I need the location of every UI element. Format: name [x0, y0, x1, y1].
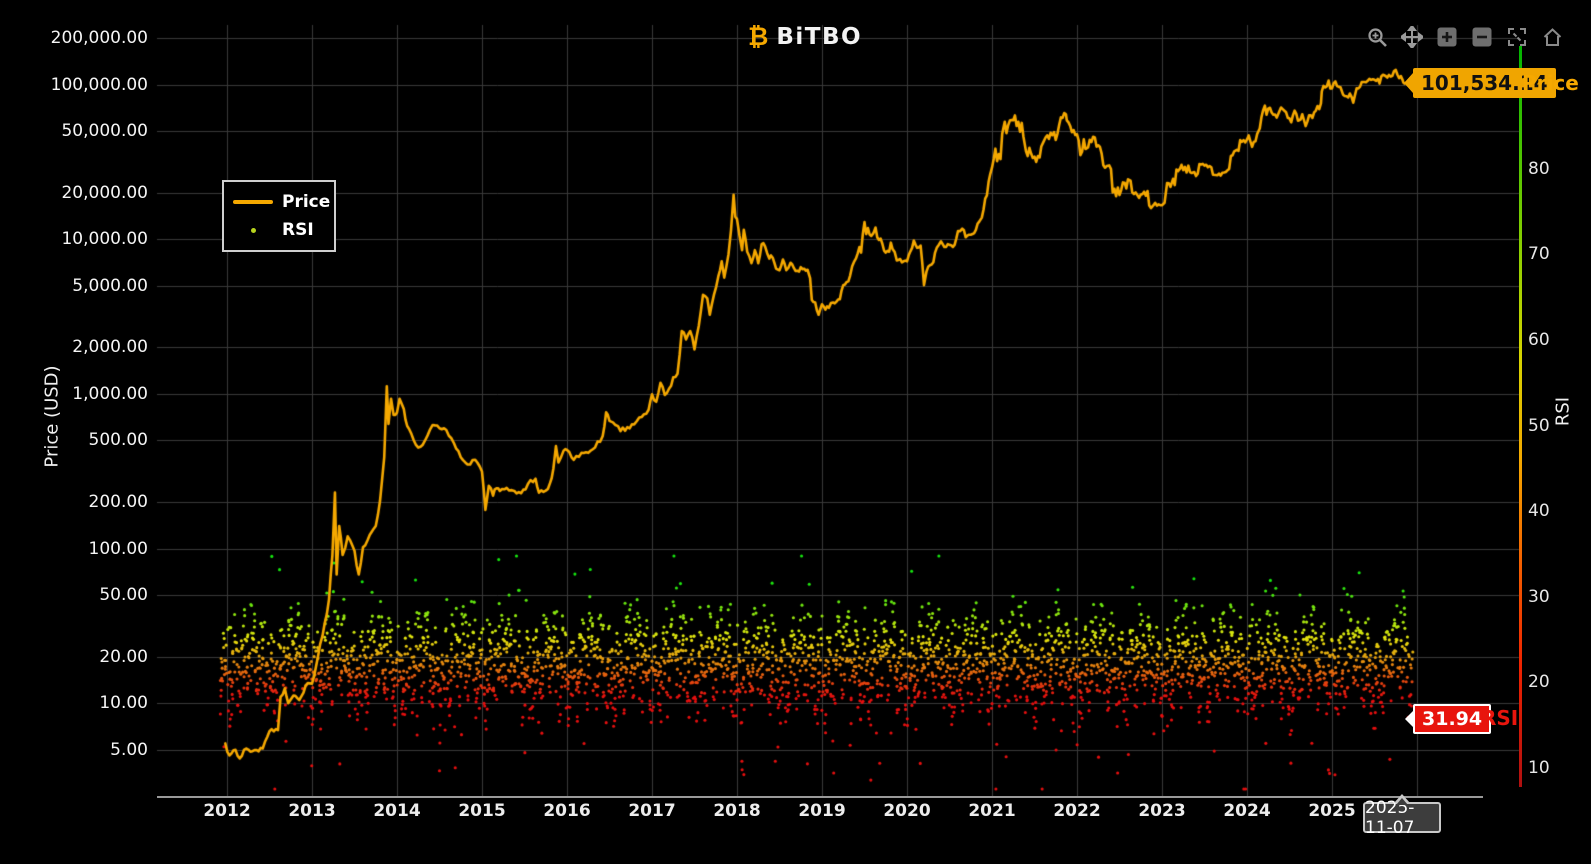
rsi-axis-gradient-spine	[1519, 46, 1522, 787]
bitcoin-coin-icon: ₿	[748, 22, 769, 51]
x-axis-tick: 2025	[1308, 801, 1356, 821]
rsi-axis-series-label: RSI	[1481, 706, 1519, 730]
rsi-axis-tick: 20	[1528, 672, 1550, 693]
autoscale-icon[interactable]	[1506, 26, 1528, 48]
price-axis-tick: 10.00	[99, 693, 148, 714]
rsi-axis-tick: 80	[1528, 158, 1550, 179]
crosshair-date-badge: 2025-11-07	[1363, 794, 1441, 838]
x-axis-tick: 2015	[458, 801, 506, 821]
rsi-dot-swatch	[250, 227, 256, 233]
x-axis-tick: 2016	[543, 801, 591, 821]
chart-modebar	[1366, 26, 1563, 48]
zoom-icon[interactable]	[1366, 26, 1388, 48]
logo-text: BiTBO	[776, 24, 863, 50]
rsi-axis-tick: 30	[1528, 586, 1550, 607]
price-axis-tick: 2,000.00	[72, 337, 148, 358]
price-axis-tick: 100,000.00	[50, 74, 148, 95]
price-axis-tick: 200.00	[88, 492, 148, 513]
x-axis-tick: 2017	[628, 801, 676, 821]
legend-item-price[interactable]: Price	[224, 192, 334, 212]
rsi-badge-arrow	[1405, 710, 1414, 728]
x-axis-line	[157, 796, 1483, 798]
price-axis-tick: 200,000.00	[50, 28, 148, 48]
price-axis-tick: 50,000.00	[61, 121, 148, 142]
rsi-axis-tick: 60	[1528, 329, 1550, 350]
price-axis-tick: 20.00	[99, 646, 148, 667]
x-axis-tick: 2019	[798, 801, 846, 821]
price-axis-series-label: Price	[1522, 71, 1579, 95]
legend-rsi-label: RSI	[282, 220, 314, 240]
x-axis-tick: 2013	[288, 801, 336, 821]
rsi-dot-swatch-wrap	[233, 227, 273, 233]
x-axis-tick: 2024	[1223, 801, 1271, 821]
zoom-out-icon[interactable]	[1471, 26, 1493, 48]
x-axis-tick: 2012	[203, 801, 251, 821]
price-axis-tick: 10,000.00	[61, 229, 148, 250]
date-badge-caret-fill	[1396, 798, 1408, 805]
zoom-in-icon[interactable]	[1436, 26, 1458, 48]
x-axis-tick: 2022	[1053, 801, 1101, 821]
price-axis-tick: 500.00	[88, 430, 148, 451]
rsi-axis-title: RSI	[1552, 396, 1574, 427]
price-axis-tick: 5.00	[110, 739, 148, 760]
price-axis-tick: 50.00	[99, 585, 148, 606]
price-badge-arrow	[1404, 73, 1413, 93]
price-axis-title: Price (USD)	[41, 365, 63, 468]
legend: Price RSI	[222, 180, 336, 252]
rsi-axis-tick: 40	[1528, 501, 1550, 522]
price-axis-tick: 5,000.00	[72, 275, 148, 296]
price-rsi-chart-plot-area[interactable]	[0, 0, 1591, 864]
home-icon[interactable]	[1541, 26, 1563, 48]
x-axis-tick: 2023	[1138, 801, 1186, 821]
price-line-swatch	[233, 200, 273, 204]
legend-price-label: Price	[282, 192, 331, 212]
x-axis-tick: 2021	[968, 801, 1016, 821]
price-axis-tick: 100.00	[88, 538, 148, 559]
x-axis-tick: 2020	[883, 801, 931, 821]
x-axis-tick: 2014	[373, 801, 421, 821]
bitbo-logo: ₿ BiTBO	[748, 24, 862, 50]
price-axis-tick: 20,000.00	[61, 182, 148, 203]
rsi-value-badge: 31.94	[1405, 704, 1492, 734]
rsi-axis-tick: 70	[1528, 244, 1550, 265]
rsi-axis-tick: 50	[1528, 415, 1550, 436]
x-axis-tick: 2018	[713, 801, 761, 821]
chart-app: ₿ BiTBO 200,000.00 100,000.00 50,000.00 20,…	[0, 0, 1591, 864]
legend-item-rsi[interactable]: RSI	[224, 220, 334, 240]
rsi-badge-value: 31.94	[1422, 708, 1483, 730]
rsi-axis-tick: 10	[1528, 758, 1550, 778]
pan-icon[interactable]	[1401, 26, 1423, 48]
price-axis-tick: 1,000.00	[72, 383, 148, 404]
